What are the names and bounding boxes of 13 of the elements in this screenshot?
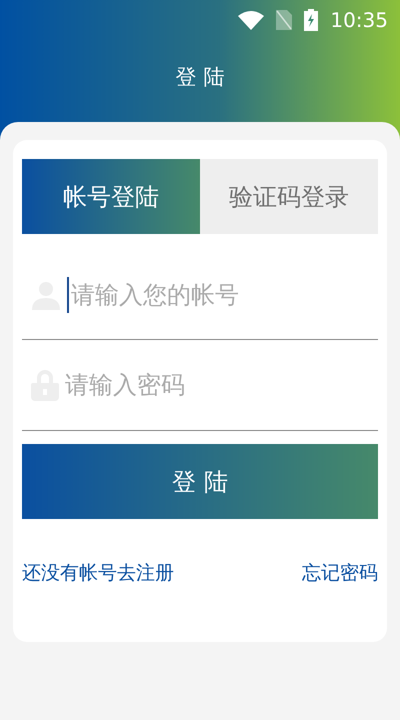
login-tab[interactable]: 验证码登录 [200, 159, 378, 234]
login-button[interactable]: 登 陆 [22, 444, 378, 519]
wifi-icon [238, 10, 264, 30]
text-cursor [67, 276, 69, 312]
forgot-password-link[interactable]: 忘记密码 [302, 559, 378, 588]
login-tab[interactable]: 帐号登陆 [22, 159, 200, 234]
account-field[interactable]: 请输入您的帐号 [71, 276, 378, 312]
page-title: 登 陆 [176, 64, 224, 91]
register-link[interactable]: 还没有帐号去注册 [22, 559, 174, 588]
no-sim-icon [276, 10, 292, 30]
status-time: 10:35 [330, 7, 388, 34]
password-field[interactable]: 请输入密码 [65, 367, 378, 403]
battery-charging-icon [304, 9, 318, 31]
